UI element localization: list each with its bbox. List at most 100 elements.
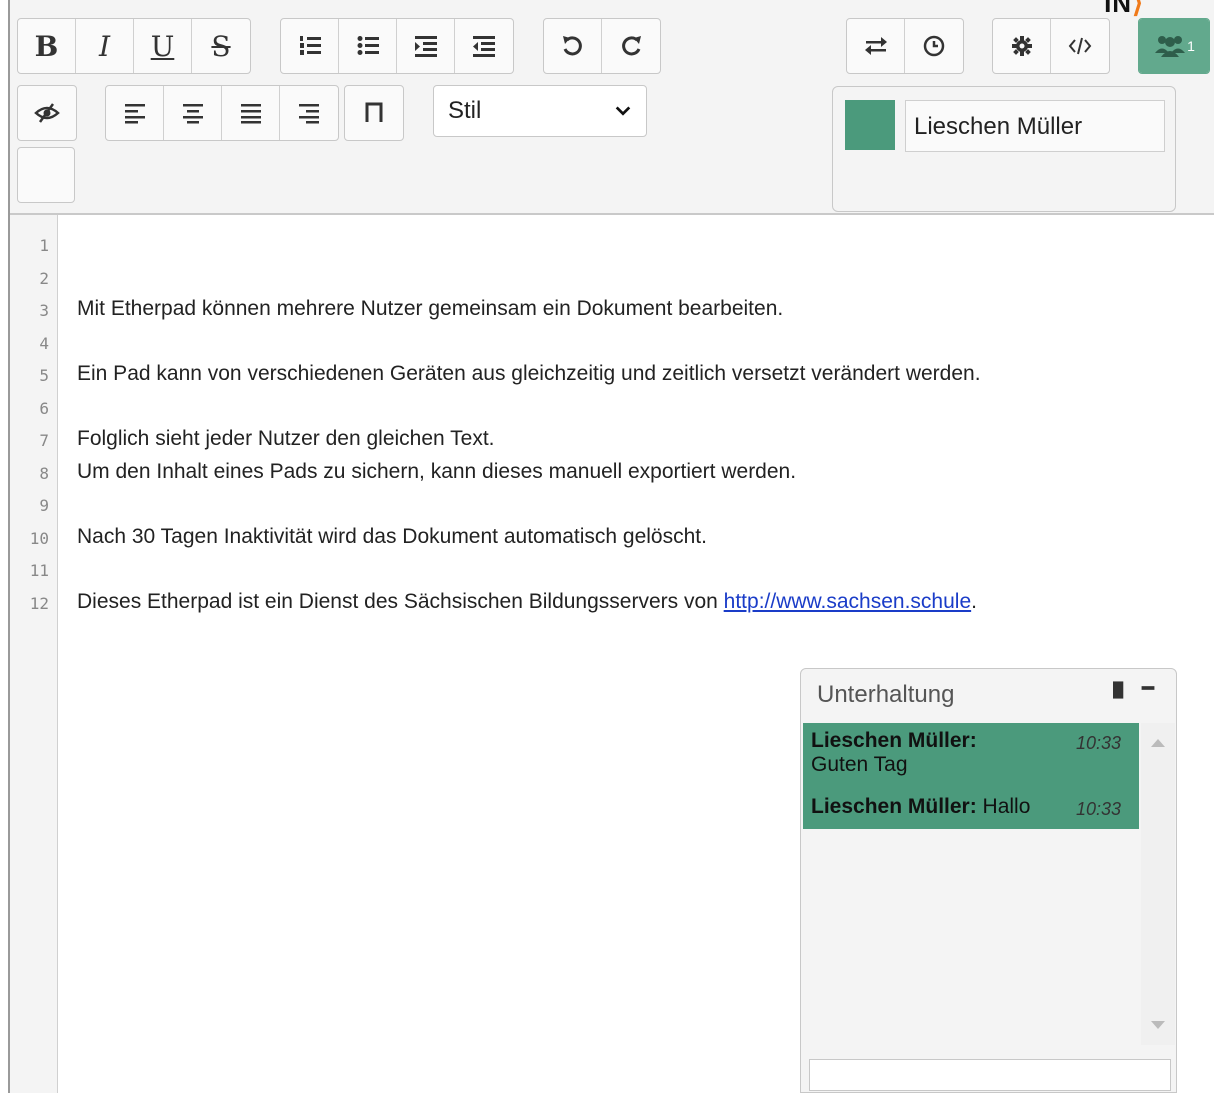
- list-button-group: [280, 18, 514, 74]
- username-field[interactable]: Lieschen Müller: [905, 100, 1165, 152]
- history-button-group: [543, 18, 661, 74]
- line-number: 3: [39, 301, 49, 320]
- users-button[interactable]: 1: [1139, 19, 1209, 73]
- eye-slash-icon: [34, 103, 60, 123]
- line-number: 6: [39, 398, 49, 418]
- timeslider-button[interactable]: [905, 19, 963, 73]
- style-select[interactable]: Stil: [433, 85, 647, 137]
- indent-button[interactable]: [397, 19, 455, 73]
- code-icon: [1068, 37, 1092, 55]
- clock-icon: [923, 35, 945, 57]
- chat-message-text: Hallo: [982, 795, 1031, 818]
- chat-minimize-button[interactable]: [1141, 677, 1155, 706]
- line-number: 8: [39, 463, 49, 483]
- site-logo: IN⟩: [1104, 0, 1144, 18]
- scroll-down-icon[interactable]: [1151, 1021, 1165, 1031]
- authorship-group: [17, 85, 77, 141]
- chat-message-time: 10:33: [1075, 799, 1121, 819]
- document-line[interactable]: Mit Etherpad können mehrere Nutzer gemei…: [77, 297, 783, 321]
- indent-icon: [414, 36, 437, 57]
- chat-input[interactable]: [809, 1059, 1171, 1091]
- document-line[interactable]: Folglich sieht jeder Nutzer den gleichen…: [77, 427, 495, 451]
- extra-toolbar-button[interactable]: [17, 147, 75, 203]
- chat-title: Unterhaltung: [817, 681, 955, 708]
- pagebreak-group: [344, 85, 404, 141]
- line-number: 11: [29, 561, 49, 580]
- align-justify-button[interactable]: [222, 86, 280, 140]
- chat-message-author: Lieschen Müller:: [811, 795, 977, 818]
- users-panel: Lieschen Müller: [832, 86, 1176, 212]
- document-line-text: Dieses Etherpad ist ein Dienst des Sächs…: [77, 589, 724, 613]
- chat-scrollbar[interactable]: [1141, 723, 1175, 1045]
- align-right-button[interactable]: [280, 86, 338, 140]
- users-icon: [1155, 36, 1186, 57]
- style-select-value: Stil: [448, 97, 482, 124]
- pin-icon: [1113, 681, 1124, 699]
- chevron-down-icon: [615, 106, 631, 116]
- document-line[interactable]: Nach 30 Tagen Inaktivität wird das Dokum…: [77, 525, 707, 549]
- minimize-icon: [1141, 686, 1155, 690]
- gear-icon: [1011, 36, 1032, 56]
- align-justify-icon: [240, 104, 261, 124]
- settings-group: [992, 18, 1110, 74]
- chat-stick-button[interactable]: [1113, 679, 1125, 708]
- embed-button[interactable]: [1051, 19, 1109, 73]
- document-line-text: Nach 30 Tagen Inaktivität wird das Dokum…: [77, 524, 707, 548]
- settings-button[interactable]: [993, 19, 1051, 73]
- scroll-up-icon[interactable]: [1151, 737, 1165, 747]
- format-button-group: B I U S: [17, 18, 251, 74]
- ordered-list-icon: [299, 36, 321, 55]
- align-right-icon: [299, 104, 319, 124]
- bold-button[interactable]: B: [18, 19, 76, 73]
- left-frame-border: [0, 0, 10, 1093]
- line-number: 5: [39, 366, 49, 385]
- alignment-group: [105, 85, 339, 141]
- pad-actions-group: [846, 18, 964, 74]
- document-line-text: Um den Inhalt eines Pads zu sichern, kan…: [77, 459, 797, 483]
- line-number: 12: [29, 593, 49, 613]
- outdent-icon: [473, 36, 495, 57]
- underline-button[interactable]: U: [134, 19, 192, 73]
- document-line[interactable]: Ein Pad kann von verschiedenen Geräten a…: [77, 362, 981, 386]
- chat-message: Lieschen Müller: 10:33 Guten Tag: [811, 729, 1131, 777]
- line-number: 7: [39, 431, 49, 450]
- document-line[interactable]: Um den Inhalt eines Pads zu sichern, kan…: [77, 460, 796, 484]
- document-line[interactable]: Dieses Etherpad ist ein Dienst des Sächs…: [77, 590, 977, 614]
- sachsen-schule-link[interactable]: http://www.sachsen.schule: [724, 590, 971, 613]
- document-line-text: Ein Pad kann von verschiedenen Geräten a…: [77, 362, 981, 385]
- document-line-text: Mit Etherpad können mehrere Nutzer gemei…: [77, 297, 784, 320]
- pagebreak-button[interactable]: [345, 86, 403, 140]
- align-left-icon: [124, 104, 145, 124]
- redo-icon: [622, 36, 641, 56]
- line-number: 9: [39, 496, 49, 515]
- import-export-button[interactable]: [847, 19, 905, 73]
- line-number-gutter: 1 2 3 4 5 6 7 8 9 10 11 12: [10, 215, 58, 1093]
- document-line-suffix: .: [971, 589, 977, 613]
- italic-button[interactable]: I: [76, 19, 134, 73]
- align-center-icon: [182, 104, 203, 124]
- chat-message-time: 10:33: [1075, 733, 1121, 753]
- ordered-list-button[interactable]: [281, 19, 339, 73]
- outdent-button[interactable]: [455, 19, 513, 73]
- users-group: 1: [1138, 18, 1210, 74]
- align-left-button[interactable]: [106, 86, 164, 140]
- redo-button[interactable]: [602, 19, 660, 73]
- unordered-list-button[interactable]: [339, 19, 397, 73]
- chat-box: Unterhaltung Lieschen Müller: 10:33 Gute…: [800, 668, 1177, 1093]
- user-count: 1: [1187, 38, 1195, 54]
- line-number: 2: [39, 268, 49, 288]
- align-center-button[interactable]: [164, 86, 222, 140]
- strikethrough-button[interactable]: S: [192, 19, 250, 73]
- import-export-icon: [864, 37, 887, 55]
- chat-message: Lieschen Müller: Hallo 10:33: [811, 795, 1131, 819]
- user-color-swatch[interactable]: [845, 100, 895, 150]
- undo-icon: [562, 36, 582, 56]
- chat-message-author: Lieschen Müller:: [811, 729, 977, 752]
- chat-messages: Lieschen Müller: 10:33 Guten Tag Liesche…: [803, 723, 1139, 829]
- document-line-text: Folglich sieht jeder Nutzer den gleichen…: [77, 427, 495, 450]
- clear-authorship-button[interactable]: [18, 86, 76, 140]
- line-number: 4: [39, 333, 49, 353]
- undo-button[interactable]: [544, 19, 602, 73]
- unordered-list-icon: [357, 36, 379, 55]
- editbar: IN⟩ B I U S 1 Stil Lieschen Müller: [10, 0, 1214, 215]
